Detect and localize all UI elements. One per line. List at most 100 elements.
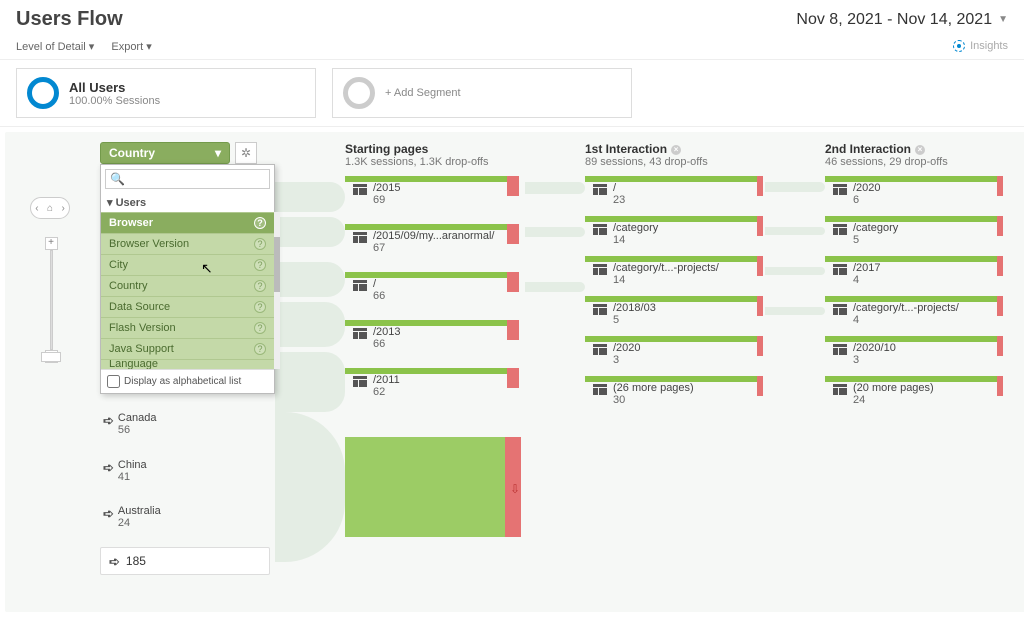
- add-segment-button[interactable]: + Add Segment: [332, 68, 632, 118]
- insights-icon: [952, 39, 966, 53]
- page-icon: [353, 184, 367, 195]
- arrow-icon: ➪: [103, 413, 114, 429]
- dropoff-bar: [757, 296, 763, 316]
- dimension-item-flash-version[interactable]: Flash Version?: [101, 317, 274, 338]
- gear-icon[interactable]: ✲: [235, 142, 257, 164]
- dropoff-bar: [997, 296, 1003, 316]
- dropoff-bar: [507, 224, 519, 244]
- dimension-select[interactable]: Country▾: [100, 142, 230, 164]
- flow-node[interactable]: /2015/09/my...aranormal/67: [353, 230, 494, 254]
- flow-node[interactable]: /201162: [353, 374, 400, 398]
- level-of-detail-menu[interactable]: Level of Detail ▾: [16, 41, 94, 53]
- page-icon: [833, 304, 847, 315]
- cursor-icon: ↖: [201, 260, 213, 277]
- dimension-item-language[interactable]: Language: [101, 359, 274, 369]
- column-header-starting: Starting pages 1.3K sessions, 1.3K drop-…: [345, 142, 489, 168]
- segment-circle-icon: [343, 77, 375, 109]
- dropoff-bar: [997, 336, 1003, 356]
- dimension-item-java-support[interactable]: Java Support?: [101, 338, 274, 359]
- flow-node[interactable]: /20174: [833, 262, 881, 286]
- flow-node[interactable]: /201366: [353, 326, 401, 350]
- dropoff-bar: [507, 368, 519, 388]
- alphabetical-checkbox[interactable]: Display as alphabetical list: [101, 369, 274, 393]
- column-header-1st: 1st Interaction× 89 sessions, 43 drop-of…: [585, 142, 708, 168]
- nav-home-control[interactable]: ‹ ⌂ ›: [30, 197, 70, 219]
- flow-node[interactable]: /category5: [833, 222, 898, 246]
- dropoff-bar: [997, 176, 1003, 196]
- dropoff-bar: [757, 216, 763, 236]
- zoom-slider-track[interactable]: [50, 250, 53, 350]
- page-icon: [593, 224, 607, 235]
- flow-node[interactable]: /2020/103: [833, 342, 896, 366]
- page-icon: [593, 344, 607, 355]
- column-header-2nd: 2nd Interaction× 46 sessions, 29 drop-of…: [825, 142, 948, 168]
- dropoff-bar: [507, 176, 519, 196]
- flow-node[interactable]: /category/t...-projects/14: [593, 262, 719, 286]
- page-icon: [593, 304, 607, 315]
- page-icon: [353, 280, 367, 291]
- dimension-item-browser-version[interactable]: Browser Version?: [101, 233, 274, 254]
- flow-canvas[interactable]: ‹ ⌂ › + − Country▾ ✲ 🔍 ▾ Users Browser? …: [5, 132, 1024, 612]
- flow-node[interactable]: (20 more pages)24: [833, 382, 934, 406]
- dimension-item-city[interactable]: City?: [101, 254, 274, 275]
- chevron-right-icon: ›: [61, 203, 64, 214]
- country-node[interactable]: ➪ Australia24: [103, 505, 161, 529]
- date-range-picker[interactable]: Nov 8, 2021 - Nov 14, 2021▼: [796, 11, 1008, 29]
- country-node[interactable]: ➪ Canada56: [103, 412, 156, 436]
- dimension-item-country[interactable]: Country?: [101, 275, 274, 296]
- country-node-more[interactable]: ➪ 185: [100, 547, 270, 575]
- page-icon: [353, 328, 367, 339]
- remove-column-icon[interactable]: ×: [671, 145, 681, 155]
- dropoff-bar: [997, 376, 1003, 396]
- dropoff-bar: [507, 320, 519, 340]
- dropoff-icon: ⇩: [510, 482, 520, 496]
- page-icon: [833, 184, 847, 195]
- flow-node[interactable]: /20203: [593, 342, 641, 366]
- flow-node[interactable]: /category/t...-projects/4: [833, 302, 959, 326]
- dropoff-bar: [507, 272, 519, 292]
- zoom-in-button[interactable]: +: [45, 237, 58, 250]
- flow-node[interactable]: /category14: [593, 222, 658, 246]
- chevron-down-icon: ▼: [998, 14, 1008, 25]
- chevron-left-icon: ‹: [35, 203, 38, 214]
- dropoff-bar: [757, 176, 763, 196]
- scrollbar-thumb[interactable]: [274, 237, 280, 292]
- chevron-down-icon: ▾: [215, 146, 221, 160]
- segment-all-users[interactable]: All Users 100.00% Sessions: [16, 68, 316, 118]
- help-icon[interactable]: ?: [254, 217, 266, 229]
- search-icon: 🔍: [110, 172, 125, 186]
- page-icon: [593, 384, 607, 395]
- page-title: Users Flow: [16, 8, 123, 31]
- flow-node[interactable]: /2018/035: [593, 302, 656, 326]
- dropoff-bar: [997, 216, 1003, 236]
- flow-node[interactable]: /20206: [833, 182, 881, 206]
- export-menu[interactable]: Export ▾: [111, 41, 151, 53]
- flow-node[interactable]: /66: [353, 278, 385, 302]
- dimension-search-input[interactable]: 🔍: [105, 169, 270, 189]
- flow-node[interactable]: /23: [593, 182, 625, 206]
- zoom-slider-handle[interactable]: [41, 352, 61, 362]
- page-icon: [593, 184, 607, 195]
- page-icon: [353, 376, 367, 387]
- dimension-item-browser[interactable]: Browser?: [101, 212, 274, 233]
- page-icon: [833, 264, 847, 275]
- flow-node[interactable]: (26 more pages)30: [593, 382, 694, 406]
- page-icon: [833, 384, 847, 395]
- page-icon: [833, 224, 847, 235]
- remove-column-icon[interactable]: ×: [915, 145, 925, 155]
- page-icon: [833, 344, 847, 355]
- dropoff-bar: [757, 256, 763, 276]
- insights-button[interactable]: Insights: [952, 39, 1008, 53]
- page-icon: [593, 264, 607, 275]
- dropoff-bar: [757, 336, 763, 356]
- dimension-item-data-source[interactable]: Data Source?: [101, 296, 274, 317]
- segment-circle-icon: [27, 77, 59, 109]
- home-icon: ⌂: [47, 203, 53, 214]
- country-node[interactable]: ➪ China41: [103, 459, 147, 483]
- flow-node[interactable]: /201569: [353, 182, 401, 206]
- page-icon: [353, 232, 367, 243]
- dropoff-bar: [757, 376, 763, 396]
- dimension-dropdown-menu: 🔍 ▾ Users Browser? Browser Version? City…: [100, 164, 275, 394]
- dimension-category[interactable]: ▾ Users: [101, 193, 274, 212]
- dropoff-bar: [997, 256, 1003, 276]
